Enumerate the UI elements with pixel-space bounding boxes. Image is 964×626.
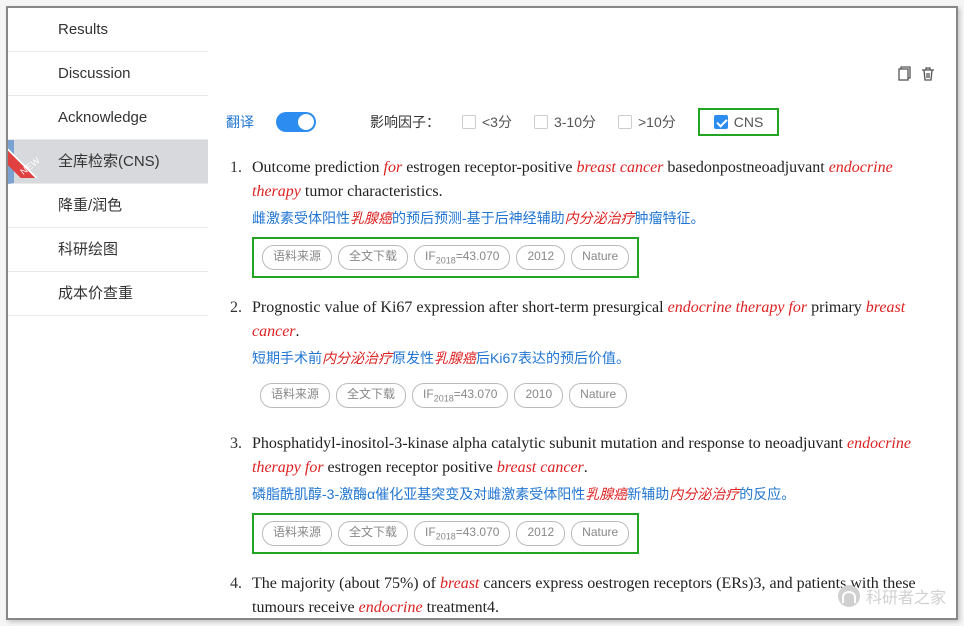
filter-bar: 翻译 影响因子： <3分 3-10分 >10分 CNS: [226, 108, 926, 136]
filter-checkbox-0[interactable]: <3分: [462, 112, 512, 132]
filter-checkbox-3[interactable]: CNS: [714, 114, 764, 130]
result-item: 3.Phosphatidyl-inositol-3-kinase alpha c…: [226, 432, 926, 554]
filter-option-label: CNS: [734, 114, 764, 130]
sidebar-item-0[interactable]: Results: [8, 8, 208, 52]
sidebar-item-2[interactable]: Acknowledge: [8, 96, 208, 140]
result-translation: 短期手术前内分泌治疗原发性乳腺癌后Ki67表达的预后价值。: [252, 348, 926, 369]
result-number: 3.: [226, 432, 252, 554]
filter-highlight-box: CNS: [698, 108, 780, 136]
result-pills: 语料来源全文下载IF2018=43.0702012Nature: [252, 513, 639, 554]
sidebar-item-4[interactable]: 降重/润色: [8, 184, 208, 228]
pill-download[interactable]: 全文下载: [338, 245, 408, 270]
pill-source[interactable]: 语料来源: [260, 383, 330, 408]
result-title[interactable]: Outcome prediction for estrogen receptor…: [252, 156, 926, 204]
result-number: 2.: [226, 296, 252, 414]
sidebar-item-1[interactable]: Discussion: [8, 52, 208, 96]
pill-journal[interactable]: Nature: [571, 521, 629, 546]
new-badge: NEW: [8, 142, 53, 191]
sidebar-item-3[interactable]: 全库检索(CNS)NEW: [8, 140, 208, 184]
pill-download[interactable]: 全文下载: [336, 383, 406, 408]
pill-if[interactable]: IF2018=43.070: [414, 245, 510, 270]
result-translation: 雌激素受体阳性乳腺癌的预后预测-基于后神经辅助内分泌治疗肿瘤特征。: [252, 208, 926, 229]
filter-option-label: 3-10分: [554, 112, 596, 132]
impact-factor-label: 影响因子：: [370, 112, 440, 132]
filter-checkbox-1[interactable]: 3-10分: [534, 112, 596, 132]
pill-if[interactable]: IF2018=43.070: [412, 383, 508, 408]
pill-source[interactable]: 语料来源: [262, 245, 332, 270]
pill-journal[interactable]: Nature: [571, 245, 629, 270]
pill-source[interactable]: 语料来源: [262, 521, 332, 546]
result-item: 4.The majority (about 75%) of breast can…: [226, 572, 926, 618]
app-frame: ResultsDiscussionAcknowledge全库检索(CNS)NEW…: [6, 6, 958, 620]
result-translation: 磷脂酰肌醇-3-激酶α催化亚基突变及对雌激素受体阳性乳腺癌新辅助内分泌治疗的反应…: [252, 484, 926, 505]
translate-toggle[interactable]: [276, 112, 316, 132]
pill-download[interactable]: 全文下载: [338, 521, 408, 546]
pill-year[interactable]: 2012: [516, 521, 565, 546]
result-item: 2.Prognostic value of Ki67 expression af…: [226, 296, 926, 414]
pill-year[interactable]: 2010: [514, 383, 563, 408]
result-title[interactable]: Prognostic value of Ki67 expression afte…: [252, 296, 926, 344]
toolbar-icons: [896, 66, 936, 86]
result-pills: 语料来源全文下载IF2018=43.0702012Nature: [252, 237, 639, 278]
copy-icon[interactable]: [896, 66, 912, 86]
trash-icon[interactable]: [920, 66, 936, 86]
filter-option-label: >10分: [638, 112, 676, 132]
pill-journal[interactable]: Nature: [569, 383, 627, 408]
results-list: 1.Outcome prediction for estrogen recept…: [226, 156, 926, 618]
sidebar-item-5[interactable]: 科研绘图: [8, 228, 208, 272]
result-title[interactable]: The majority (about 75%) of breast cance…: [252, 572, 926, 618]
translate-label: 翻译: [226, 112, 254, 132]
sidebar-item-6[interactable]: 成本价查重: [8, 272, 208, 316]
pill-if[interactable]: IF2018=43.070: [414, 521, 510, 546]
filter-checkbox-2[interactable]: >10分: [618, 112, 676, 132]
result-title[interactable]: Phosphatidyl-inositol-3-kinase alpha cat…: [252, 432, 926, 480]
pill-year[interactable]: 2012: [516, 245, 565, 270]
result-number: 1.: [226, 156, 252, 278]
result-pills: 语料来源全文下载IF2018=43.0702010Nature: [252, 377, 635, 414]
filter-option-label: <3分: [482, 112, 512, 132]
result-item: 1.Outcome prediction for estrogen recept…: [226, 156, 926, 278]
content-area: 翻译 影响因子： <3分 3-10分 >10分 CNS 1.Outcome predi…: [208, 8, 956, 618]
sidebar: ResultsDiscussionAcknowledge全库检索(CNS)NEW…: [8, 8, 208, 618]
result-number: 4.: [226, 572, 252, 618]
